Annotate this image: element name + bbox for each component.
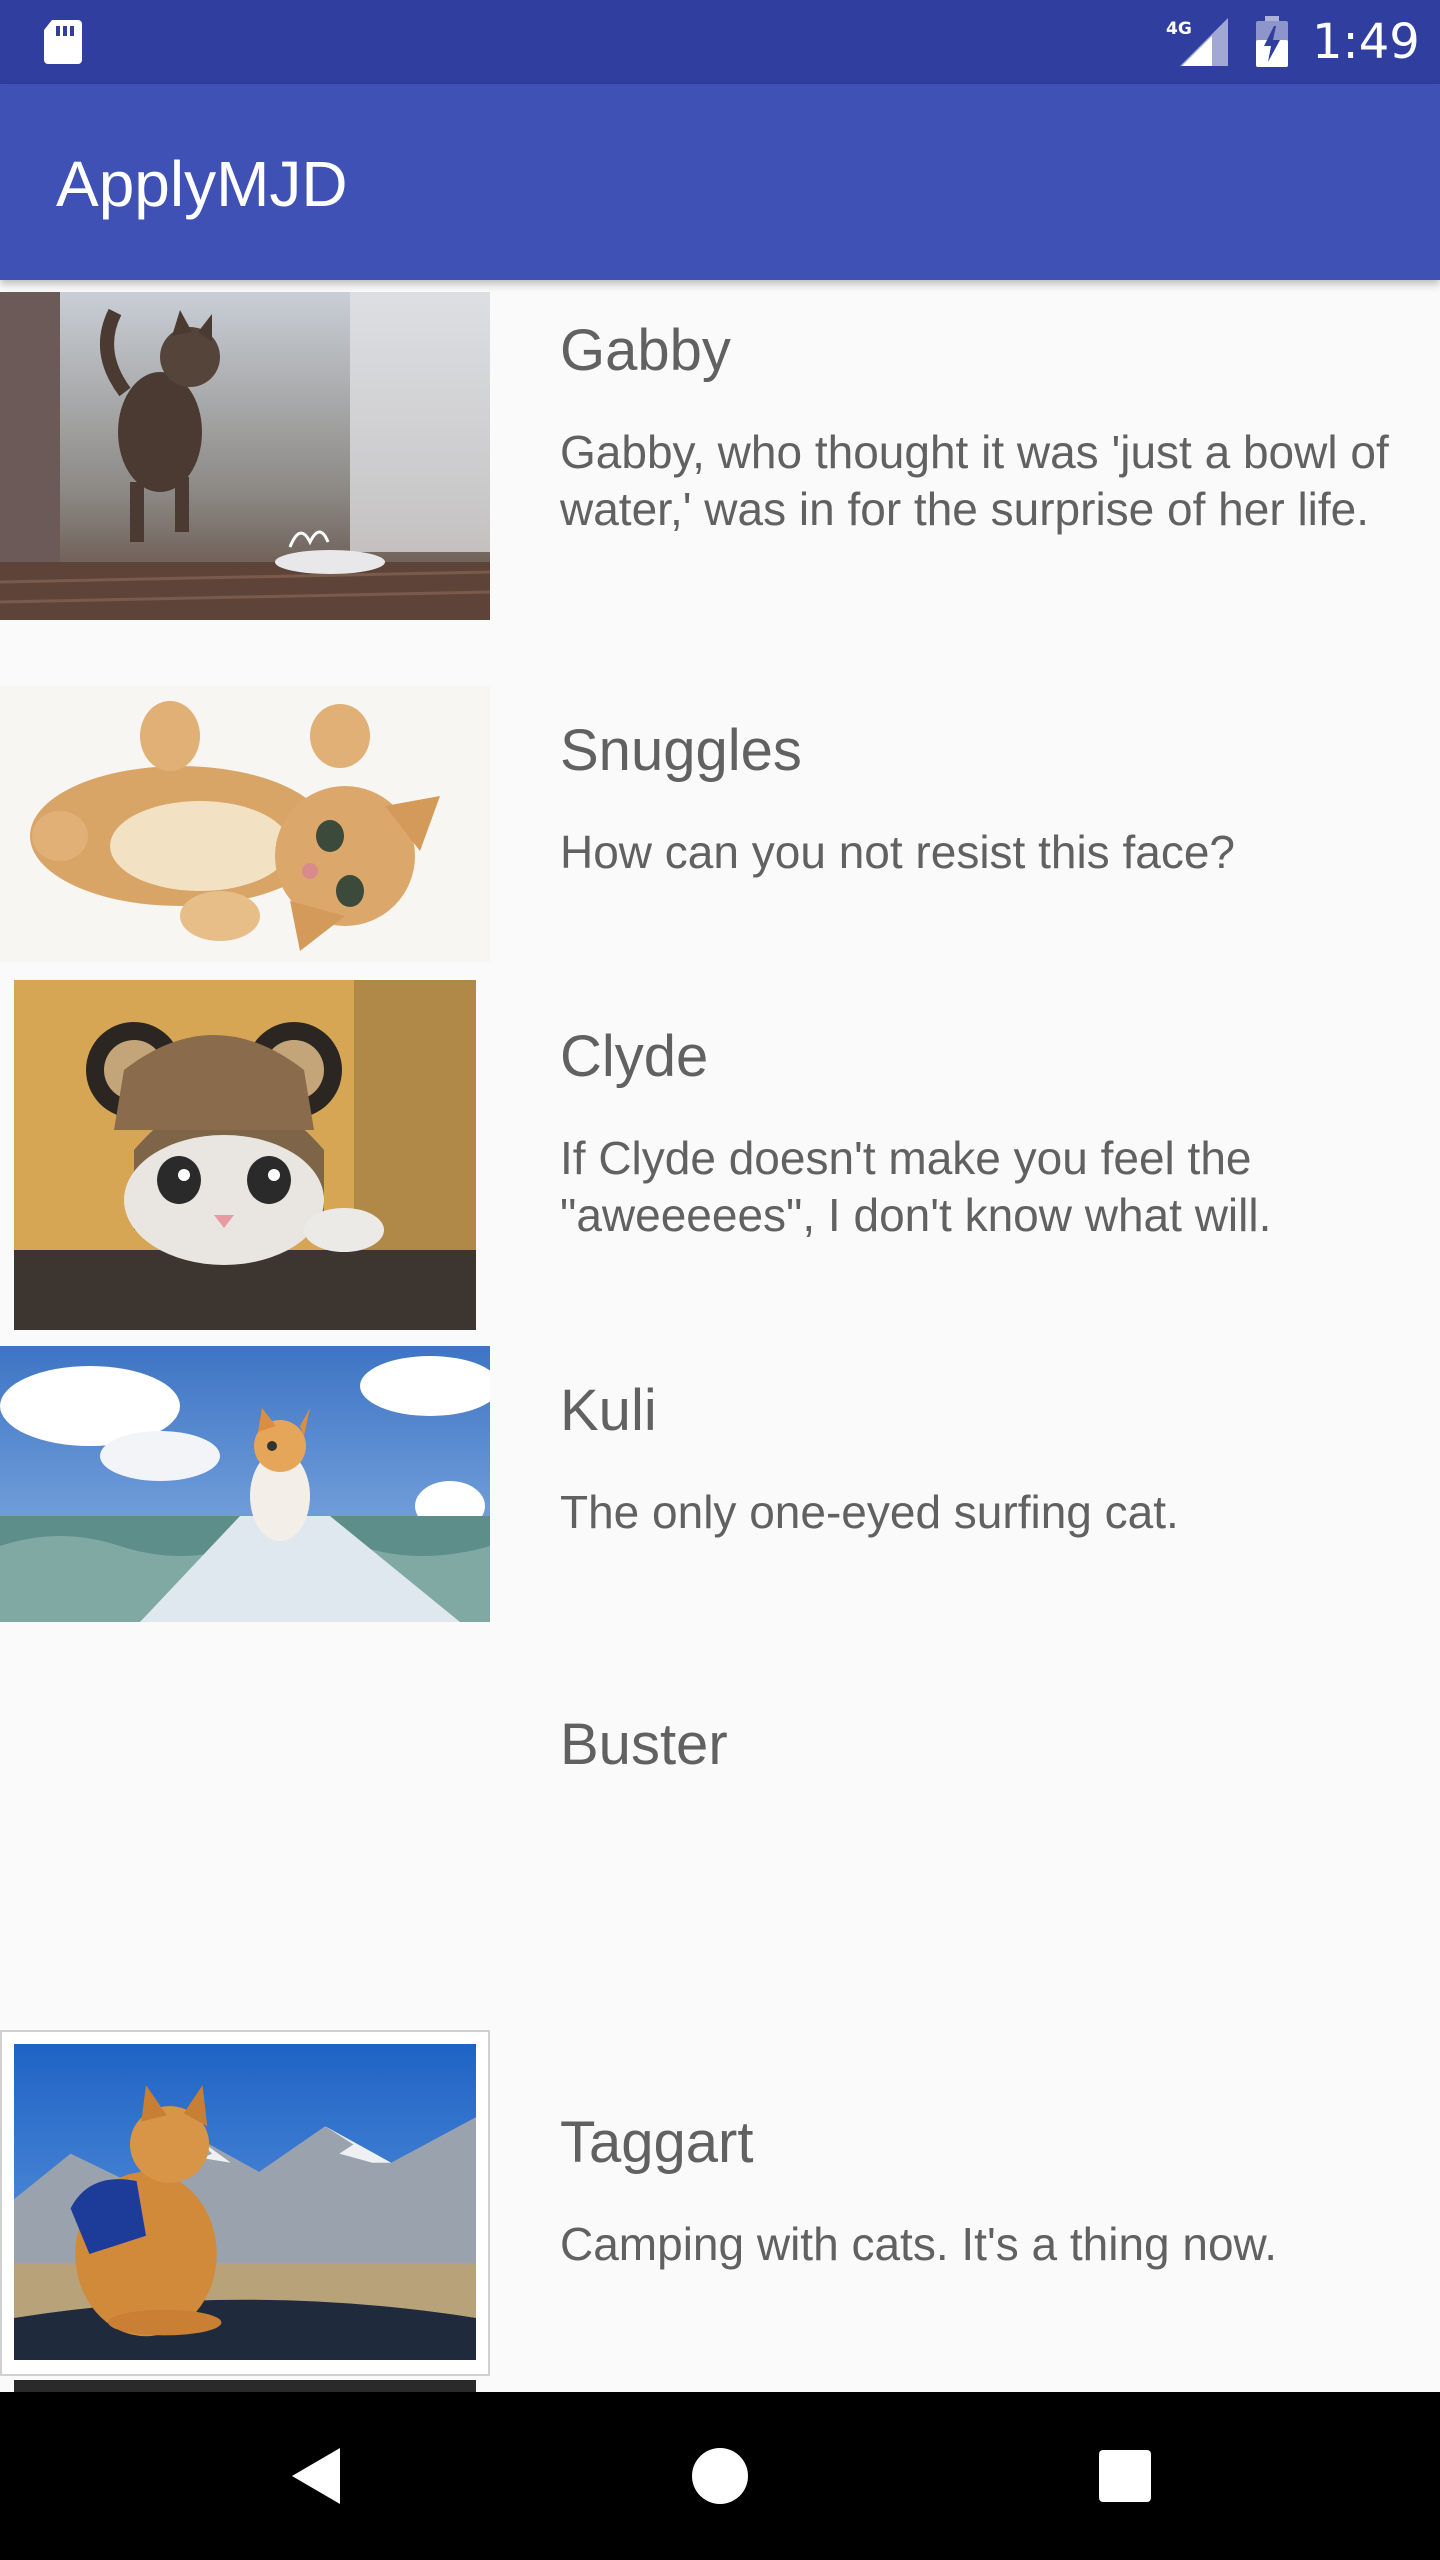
cat-description-clyde: If Clyde doesn't make you feel the "awee… xyxy=(560,1132,1272,1241)
status-clock: 1:49 xyxy=(1312,14,1420,70)
list-item-kuli[interactable]: Kuli The only one-eyed surfing cat. xyxy=(0,1346,1440,1690)
cat-image-next xyxy=(14,2380,476,2392)
back-icon[interactable] xyxy=(276,2436,356,2516)
list-item-gabby[interactable]: Gabby Gabby, who thought it was 'just a … xyxy=(0,280,1440,660)
cat-name-clyde: Clyde xyxy=(560,1024,709,1089)
cat-image-snuggles xyxy=(0,686,490,962)
cat-name-taggart: Taggart xyxy=(560,2110,754,2175)
list-item-next[interactable] xyxy=(0,2380,1440,2392)
cat-description-taggart: Camping with cats. It's a thing now. xyxy=(560,2218,1278,2270)
cat-image-clyde xyxy=(14,980,476,1330)
cat-description-kuli: The only one-eyed surfing cat. xyxy=(560,1486,1179,1538)
sd-card-icon xyxy=(44,20,82,64)
list-item-taggart[interactable]: Taggart Camping with cats. It's a thing … xyxy=(0,2030,1440,2392)
home-icon[interactable] xyxy=(680,2436,760,2516)
navigation-bar xyxy=(0,2392,1440,2560)
list-item-snuggles[interactable]: Snuggles How can you not resist this fac… xyxy=(0,660,1440,980)
cat-name-gabby: Gabby xyxy=(560,318,731,383)
cat-name-snuggles: Snuggles xyxy=(560,718,802,783)
cat-image-gabby xyxy=(0,292,490,620)
list-item-clyde[interactable]: Clyde If Clyde doesn't make you feel the… xyxy=(0,980,1440,1360)
cat-description-snuggles: How can you not resist this face? xyxy=(560,826,1235,878)
network-label: 4G xyxy=(1166,19,1192,39)
app-title: ApplyMJD xyxy=(56,148,348,220)
cat-list[interactable]: Gabby Gabby, who thought it was 'just a … xyxy=(0,280,1440,2392)
cat-name-buster: Buster xyxy=(560,1712,728,1777)
recents-icon[interactable] xyxy=(1085,2436,1165,2516)
battery-charging-icon xyxy=(1256,16,1288,67)
signal-4g-icon: 4G xyxy=(1166,18,1228,66)
status-bar: 4G 1:49 xyxy=(0,0,1440,84)
cat-description-gabby: Gabby, who thought it was 'just a bowl o… xyxy=(560,426,1389,535)
cat-name-kuli: Kuli xyxy=(560,1378,657,1443)
screen: 4G 1:49 ApplyMJD Gabby Gabby, who though… xyxy=(0,0,1440,2560)
cat-image-kuli xyxy=(0,1346,490,1622)
list-item-buster[interactable]: Buster xyxy=(0,1690,1440,1980)
app-bar: ApplyMJD xyxy=(0,84,1440,280)
cat-image-taggart xyxy=(0,2030,490,2376)
